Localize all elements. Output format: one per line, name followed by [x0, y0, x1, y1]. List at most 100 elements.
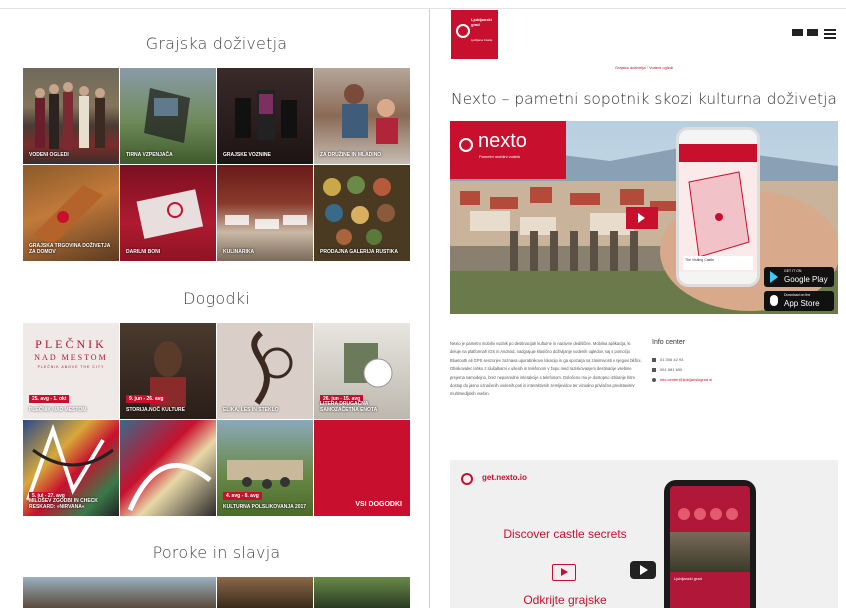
weddings-strip: [23, 577, 410, 608]
experience-tile[interactable]: VODENI OGLEDI: [23, 68, 119, 164]
promo-url[interactable]: get.nexto.io: [482, 473, 527, 482]
nexto-brand: nexto: [478, 130, 527, 152]
event-tile[interactable]: 4. avg - 8. avg KULTURNA POLSLIKOVANJA 2…: [217, 420, 313, 516]
wedding-tile[interactable]: [23, 577, 216, 608]
plecnik-subtitle: NAD MESTOM: [34, 353, 108, 362]
phone-caption: Ljubljanski grad: [674, 576, 702, 581]
experience-label: GRAJSKE VOZNINE: [223, 152, 271, 158]
experience-label: PRODAJNA GALERIJA RUSTIKA: [320, 249, 398, 255]
phone-photo: [670, 532, 750, 572]
experience-label: DARILNI BONI: [126, 249, 161, 255]
app-store-text: App Store: [784, 299, 820, 308]
wedding-tile[interactable]: [313, 577, 410, 608]
next-slide-button[interactable]: [626, 207, 658, 229]
description-text: Nexto je pametni mobilni vodnik po desti…: [450, 341, 642, 397]
costume-people-icon: [35, 82, 105, 150]
experience-label: GRAJSKA TRGOVINA DOŽIVETJA ZA DOMOV: [29, 243, 111, 255]
app-store-badge[interactable]: Download on the App Store: [764, 291, 834, 311]
fax-number: 051 681 690: [660, 367, 683, 372]
phone-icon: [652, 357, 656, 362]
event-tile[interactable]: PLEČNIK NAD MESTOM PLEČNIK ABOVE THE CIT…: [23, 323, 119, 419]
event-tile[interactable]: ELIKA, LES IN STEKLO: [217, 323, 313, 419]
nexto-logo-icon: [461, 473, 473, 485]
gift-icon[interactable]: [807, 29, 818, 36]
event-date: 9. jun - 26. avg: [126, 395, 167, 403]
plecnik-english: PLEČNIK ABOVE THE CITY: [37, 365, 105, 369]
gift-card-icon: [136, 189, 204, 239]
experience-tile[interactable]: GRAJSKE VOZNINE: [217, 68, 313, 164]
app-button-icon: [726, 508, 738, 520]
wedding-tile[interactable]: [216, 577, 313, 608]
mobile-icon: [652, 367, 656, 372]
site-logo[interactable]: Ljubljanski grad Ljubljana Castle: [451, 10, 498, 59]
hero-image: nexto Pametni mobilni vodnik The Visitin…: [450, 121, 838, 314]
section-title-weddings: Poroke in slavja: [152, 543, 281, 562]
app-button-icon: [678, 508, 690, 520]
experience-tile[interactable]: ZA DRUŽINE IN MLADINO: [314, 68, 410, 164]
google-play-badge[interactable]: GET IT ON Google Play: [764, 267, 834, 287]
breadcrumb-separator: /: [646, 65, 648, 70]
info-phone[interactable]: 01 306 42 93: [652, 357, 683, 362]
all-events-link[interactable]: VSI DOGODKI: [355, 501, 402, 508]
experience-tile[interactable]: TIRNA VZPENJAČA: [120, 68, 216, 164]
google-play-small-text: GET IT ON: [784, 269, 802, 273]
event-tile[interactable]: [120, 420, 216, 516]
chevron-right-icon: [638, 213, 645, 223]
menu-icon[interactable]: [824, 29, 836, 39]
event-tile[interactable]: 5. jul - 27. avg MILOŠEV ZGODBI IN CHECK…: [23, 420, 119, 516]
promo-headline-2: Odkrijte grajske: [523, 593, 607, 607]
display-case-icon: [235, 90, 297, 140]
breadcrumb-current[interactable]: Vodeni ogledi: [649, 65, 673, 70]
breadcrumb: Grajska doživetja / Vodeni ogledi: [450, 65, 838, 70]
event-tile[interactable]: 26. jun - 15. avg LITERA DRUGAČNA SAMOZA…: [314, 323, 410, 419]
email-address[interactable]: info.center@ljubljanskigrad.si: [660, 377, 712, 382]
logo-name: Ljubljanski grad: [471, 17, 492, 27]
info-fax: 051 681 690: [652, 367, 682, 372]
app-button-icon: [694, 508, 706, 520]
event-label: KULTURNA POLSLIKOVANJA 2017: [223, 504, 307, 510]
experience-label: ZA DRUŽINE IN MLADINO: [320, 152, 382, 158]
portrait-icon: [150, 341, 186, 407]
nexto-banner: nexto Pametni mobilni vodnik: [450, 121, 566, 179]
section-title-experiences: Grajska doživetja: [145, 34, 288, 53]
restaurant-icon: [225, 215, 307, 229]
nexto-tagline: Pametni mobilni vodnik: [479, 154, 521, 159]
pottery-icon: [323, 176, 395, 245]
event-label: ELIKA, LES IN STEKLO: [223, 407, 279, 413]
app-store-small-text: Download on the: [784, 293, 811, 297]
section-title-events: Dogodki: [183, 289, 250, 308]
phone-app-bar: [679, 144, 757, 162]
experience-tile[interactable]: GRAJSKA TRGOVINA DOŽIVETJA ZA DOMOV: [23, 165, 119, 261]
apple-icon: [770, 295, 778, 306]
panel-divider: [429, 9, 430, 608]
funicular-icon: [144, 88, 190, 143]
google-play-icon: [770, 271, 778, 283]
logo-english: Ljubljana Castle: [471, 38, 493, 42]
experience-tile[interactable]: PRODAJNA GALERIJA RUSTIKA: [314, 165, 410, 261]
event-label: MILOŠEV ZGODBI IN CHECK RESKARD: »NIRVAN…: [29, 498, 98, 510]
video-icon: [552, 564, 576, 581]
family-icon: [342, 84, 398, 144]
app-button-icon: [710, 508, 722, 520]
plecnik-title: PLEČNIK: [35, 337, 107, 351]
page-title: Nexto – pametni sopotnik skozi kulturna …: [451, 90, 837, 108]
all-events-tile[interactable]: VSI DOGODKI: [314, 420, 410, 516]
ticket-icon[interactable]: [792, 29, 803, 36]
events-grid: PLEČNIK NAD MESTOM PLEČNIK ABOVE THE CIT…: [23, 323, 410, 516]
experience-tile[interactable]: KULINARIKA: [217, 165, 313, 261]
info-center-title: Info center: [652, 339, 686, 346]
youtube-play-button[interactable]: [630, 561, 656, 579]
event-label: LITERA DRUGAČNA SAMOZAČETNA ENOTA: [320, 401, 378, 413]
top-border: [0, 0, 846, 9]
experience-label: TIRNA VZPENJAČA: [126, 152, 173, 158]
info-email[interactable]: info.center@ljubljanskigrad.si: [652, 377, 712, 382]
experience-tile[interactable]: DARILNI BONI: [120, 165, 216, 261]
phone-number: 01 306 42 93: [660, 357, 684, 362]
email-icon: [652, 377, 656, 382]
promo-banner[interactable]: get.nexto.io Discover castle secrets Odk…: [450, 460, 838, 608]
experience-label: VODENI OGLEDI: [29, 152, 69, 158]
breadcrumb-link[interactable]: Grajska doživetja: [615, 65, 646, 70]
event-label: STORIJA.NOČ KULTURE: [126, 407, 185, 413]
event-tile[interactable]: 9. jun - 26. avg STORIJA.NOČ KULTURE: [120, 323, 216, 419]
experiences-grid: VODENI OGLEDI TIRNA VZPENJAČA GRAJSKE VO…: [23, 68, 410, 261]
